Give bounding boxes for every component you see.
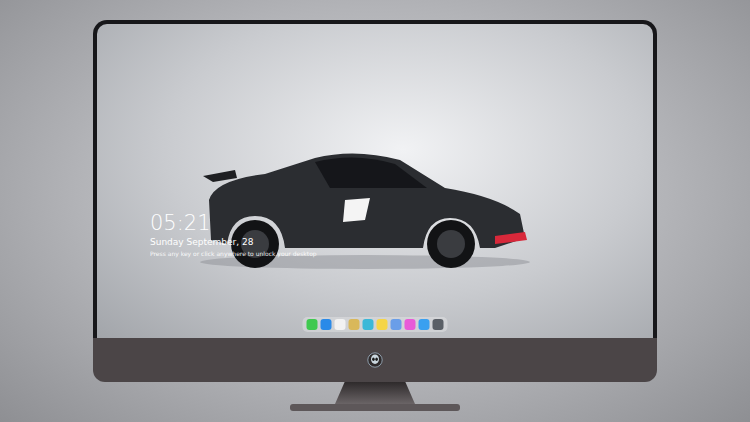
lock-clock: 05:21 Sunday September, 28 Press any key o… — [150, 212, 317, 257]
dock-app-icon[interactable] — [363, 319, 374, 330]
dock-app-icon[interactable] — [405, 319, 416, 330]
alien-logo-icon — [367, 352, 383, 368]
clock-time: 05:21 — [150, 212, 317, 235]
dock-app-icon[interactable] — [321, 319, 332, 330]
lock-screen[interactable]: 05:21 Sunday September, 28 Press any key o… — [97, 24, 653, 338]
monitor-base — [290, 404, 460, 411]
desktop-mockup: 05:21 Sunday September, 28 Press any key o… — [0, 0, 750, 422]
dock-app-icon[interactable] — [377, 319, 388, 330]
dock-app-icon[interactable] — [391, 319, 402, 330]
dock — [303, 317, 448, 332]
dock-app-icon[interactable] — [307, 319, 318, 330]
dock-app-icon[interactable] — [335, 319, 346, 330]
monitor-stand — [335, 382, 415, 404]
clock-date: Sunday September, 28 — [150, 237, 317, 248]
monitor-chin — [93, 338, 657, 382]
dock-app-icon[interactable] — [419, 319, 430, 330]
dock-app-icon[interactable] — [433, 319, 444, 330]
dock-app-icon[interactable] — [349, 319, 360, 330]
monitor: 05:21 Sunday September, 28 Press any key o… — [93, 20, 657, 422]
monitor-bezel: 05:21 Sunday September, 28 Press any key o… — [93, 20, 657, 338]
lock-message: Press any key or click anywhere to unloc… — [150, 250, 317, 257]
